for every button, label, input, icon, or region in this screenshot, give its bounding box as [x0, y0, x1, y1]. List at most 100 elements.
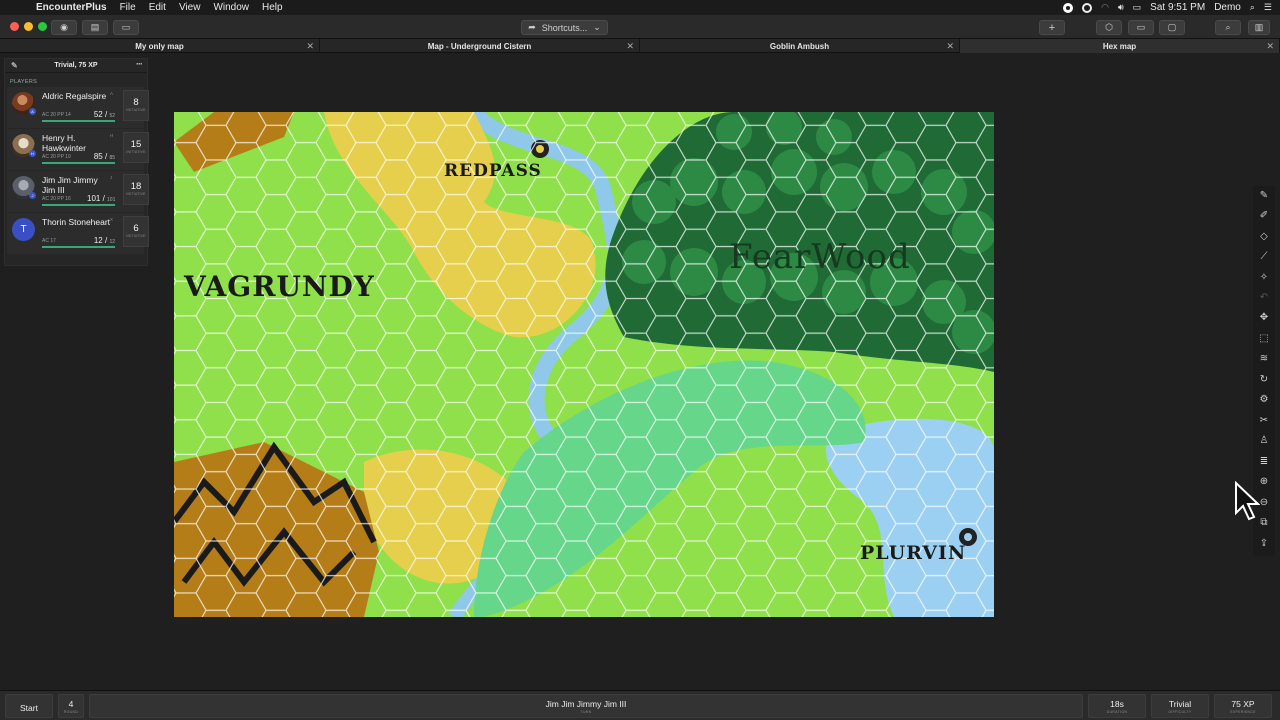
difficulty-value: Trivial	[1168, 699, 1192, 709]
notes-icon[interactable]: ≣	[1258, 456, 1270, 468]
round-value: 4	[68, 699, 74, 709]
status-ring-icon[interactable]	[1082, 2, 1093, 13]
duration-display: 18s DURATION	[1088, 694, 1146, 718]
pen-icon[interactable]: ✐	[1258, 210, 1270, 222]
shortcuts-dropdown[interactable]: ➦ Shortcuts... ⌄	[521, 20, 608, 35]
turn-indicator[interactable]: Jim Jim Jimmy Jim III TURN	[89, 694, 1083, 718]
sidebar-toggle-button[interactable]: ▤	[82, 20, 108, 35]
volume-icon[interactable]: 🔊︎	[1118, 2, 1124, 13]
close-tab-icon[interactable]: ✕	[626, 41, 634, 52]
more-options-icon[interactable]: ···	[136, 59, 143, 69]
folder-button[interactable]: ▭	[1128, 20, 1154, 35]
plurvin-label: PLURVIN	[860, 542, 967, 564]
selection-icon[interactable]: ⬚	[1258, 333, 1270, 345]
menu-window[interactable]: Window	[213, 2, 249, 13]
eraser-icon[interactable]: ◇	[1258, 231, 1270, 243]
minimize-window-button[interactable]	[24, 22, 33, 31]
player-row[interactable]: H Henry H. Hawkwinter H AC 20 PP 19 85 /…	[7, 129, 149, 170]
wifi-icon[interactable]: ◠	[1101, 2, 1109, 13]
player-stats: AC 20 PP 19	[42, 154, 71, 160]
menu-help[interactable]: Help	[262, 2, 283, 13]
start-button[interactable]: Start	[5, 694, 53, 718]
initiative-box[interactable]: 6 INITIATIVE	[123, 216, 149, 247]
sidebar-icon: ▤	[90, 22, 100, 32]
player-stats: AC 20 PP 14	[42, 112, 71, 118]
dice-button[interactable]: ⬡	[1096, 20, 1122, 35]
tab-label: My only map	[135, 41, 184, 51]
initiative-value: 6	[133, 223, 139, 234]
chevron-down-icon: ⌄	[593, 22, 601, 32]
draw-pencil-icon[interactable]: ✎	[1258, 190, 1270, 202]
menu-edit[interactable]: Edit	[149, 2, 166, 13]
token-person-icon[interactable]: ♙	[1258, 435, 1270, 447]
screen-record-icon[interactable]	[1063, 2, 1074, 13]
player-tag: A	[110, 91, 114, 96]
encounter-header: ✎ Trivial, 75 XP ···	[5, 59, 147, 73]
round-counter[interactable]: 4 ROUND	[58, 694, 84, 718]
player-row[interactable]: T Thorin Stoneheart X AC 17 12 / 12 6 IN…	[7, 213, 149, 254]
difficulty-display: Trivial DIFFICULTY	[1151, 694, 1209, 718]
hex-map-canvas[interactable]: VAGRUNDY REDPASS FearWood PLURVIN	[174, 112, 994, 617]
tab-label: Map - Underground Cistern	[427, 41, 532, 51]
initiative-box[interactable]: 18 INITIATIVE	[123, 174, 149, 205]
turn-label: TURN	[580, 710, 592, 714]
play-circle-icon: ◉	[60, 22, 68, 32]
tab-label: Goblin Ambush	[769, 41, 830, 51]
avatar: T	[12, 218, 35, 241]
player-stats: AC 20 PP 16	[42, 196, 71, 202]
move-icon[interactable]: ✥	[1258, 312, 1270, 324]
notification-center-icon[interactable]: ☰	[1264, 2, 1272, 13]
tab-hex-map[interactable]: Hex map ✕	[960, 39, 1280, 53]
player-name: Aldric Regalspire	[42, 91, 107, 101]
player-row[interactable]: A Aldric Regalspire A AC 20 PP 14 52 / 5…	[7, 87, 149, 128]
encounter-status-bar: Start 4 ROUND Jim Jim Jimmy Jim III TURN…	[0, 690, 1280, 720]
inspector-icon: ▥	[1254, 22, 1264, 32]
player-row[interactable]: J Jim Jim Jimmy Jim III J AC 20 PP 16 10…	[7, 171, 149, 212]
window-toolbar: ◉ ▤ ▭ ➦ Shortcuts... ⌄ + ⬡ ▭ ▢ ⌕ ▥	[0, 15, 1280, 39]
initiative-label: INITIATIVE	[126, 192, 146, 196]
share-icon[interactable]: ⇪	[1258, 538, 1270, 550]
magic-wand-icon[interactable]: ✧	[1258, 272, 1270, 284]
tab-goblin-ambush[interactable]: Goblin Ambush ✕	[640, 39, 960, 53]
spotlight-icon[interactable]: ⌕	[1250, 2, 1255, 13]
initiative-label: INITIATIVE	[126, 234, 146, 238]
undo-icon[interactable]: ↶	[1258, 292, 1270, 304]
close-tab-icon[interactable]: ✕	[946, 41, 954, 52]
brush-icon[interactable]: ⟋	[1258, 251, 1270, 263]
rotate-icon[interactable]: ↻	[1258, 374, 1270, 386]
experience-label: EXPERIENCE	[1230, 710, 1256, 714]
zoom-window-button[interactable]	[38, 22, 47, 31]
close-tab-icon[interactable]: ✕	[1266, 41, 1274, 52]
inspector-toggle-button[interactable]: ▥	[1248, 20, 1270, 35]
close-window-button[interactable]	[10, 22, 19, 31]
settings-gear-icon[interactable]: ⚙	[1258, 394, 1270, 406]
tab-my-only-map[interactable]: My only map ✕	[0, 39, 320, 53]
menu-file[interactable]: File	[120, 2, 136, 13]
clock[interactable]: Sat 9:51 PM	[1150, 2, 1205, 13]
app-menu[interactable]: EncounterPlus	[36, 2, 107, 13]
menu-view[interactable]: View	[179, 2, 201, 13]
pencil-icon[interactable]: ✎	[11, 61, 18, 70]
hp-bar	[42, 204, 115, 206]
player-hp: 52 / 52	[93, 110, 115, 119]
initiative-label: INITIATIVE	[126, 108, 146, 112]
play-button[interactable]: ◉	[51, 20, 77, 35]
difficulty-label: DIFFICULTY	[1168, 710, 1192, 714]
display-button[interactable]: ▭	[113, 20, 139, 35]
tab-underground-cistern[interactable]: Map - Underground Cistern ✕	[320, 39, 640, 53]
chat-icon: ▢	[1167, 22, 1177, 32]
initiative-box[interactable]: 15 INITIATIVE	[123, 132, 149, 163]
initiative-label: INITIATIVE	[126, 150, 146, 154]
add-button[interactable]: +	[1039, 20, 1065, 35]
user-name[interactable]: Demo	[1214, 2, 1241, 13]
initiative-box[interactable]: 8 INITIATIVE	[123, 90, 149, 121]
grid-tools-icon[interactable]: ✂	[1258, 415, 1270, 427]
layers-icon[interactable]: ≋	[1258, 353, 1270, 365]
player-badge: A	[29, 108, 36, 115]
display-icon[interactable]: ▭	[1133, 2, 1142, 13]
search-button[interactable]: ⌕	[1215, 20, 1241, 35]
chat-button[interactable]: ▢	[1159, 20, 1185, 35]
tab-bar: My only map ✕ Map - Underground Cistern …	[0, 39, 1280, 53]
main-area: ✎ Trivial, 75 XP ··· PLAYERS A Aldric Re…	[0, 53, 1280, 690]
close-tab-icon[interactable]: ✕	[306, 41, 314, 52]
